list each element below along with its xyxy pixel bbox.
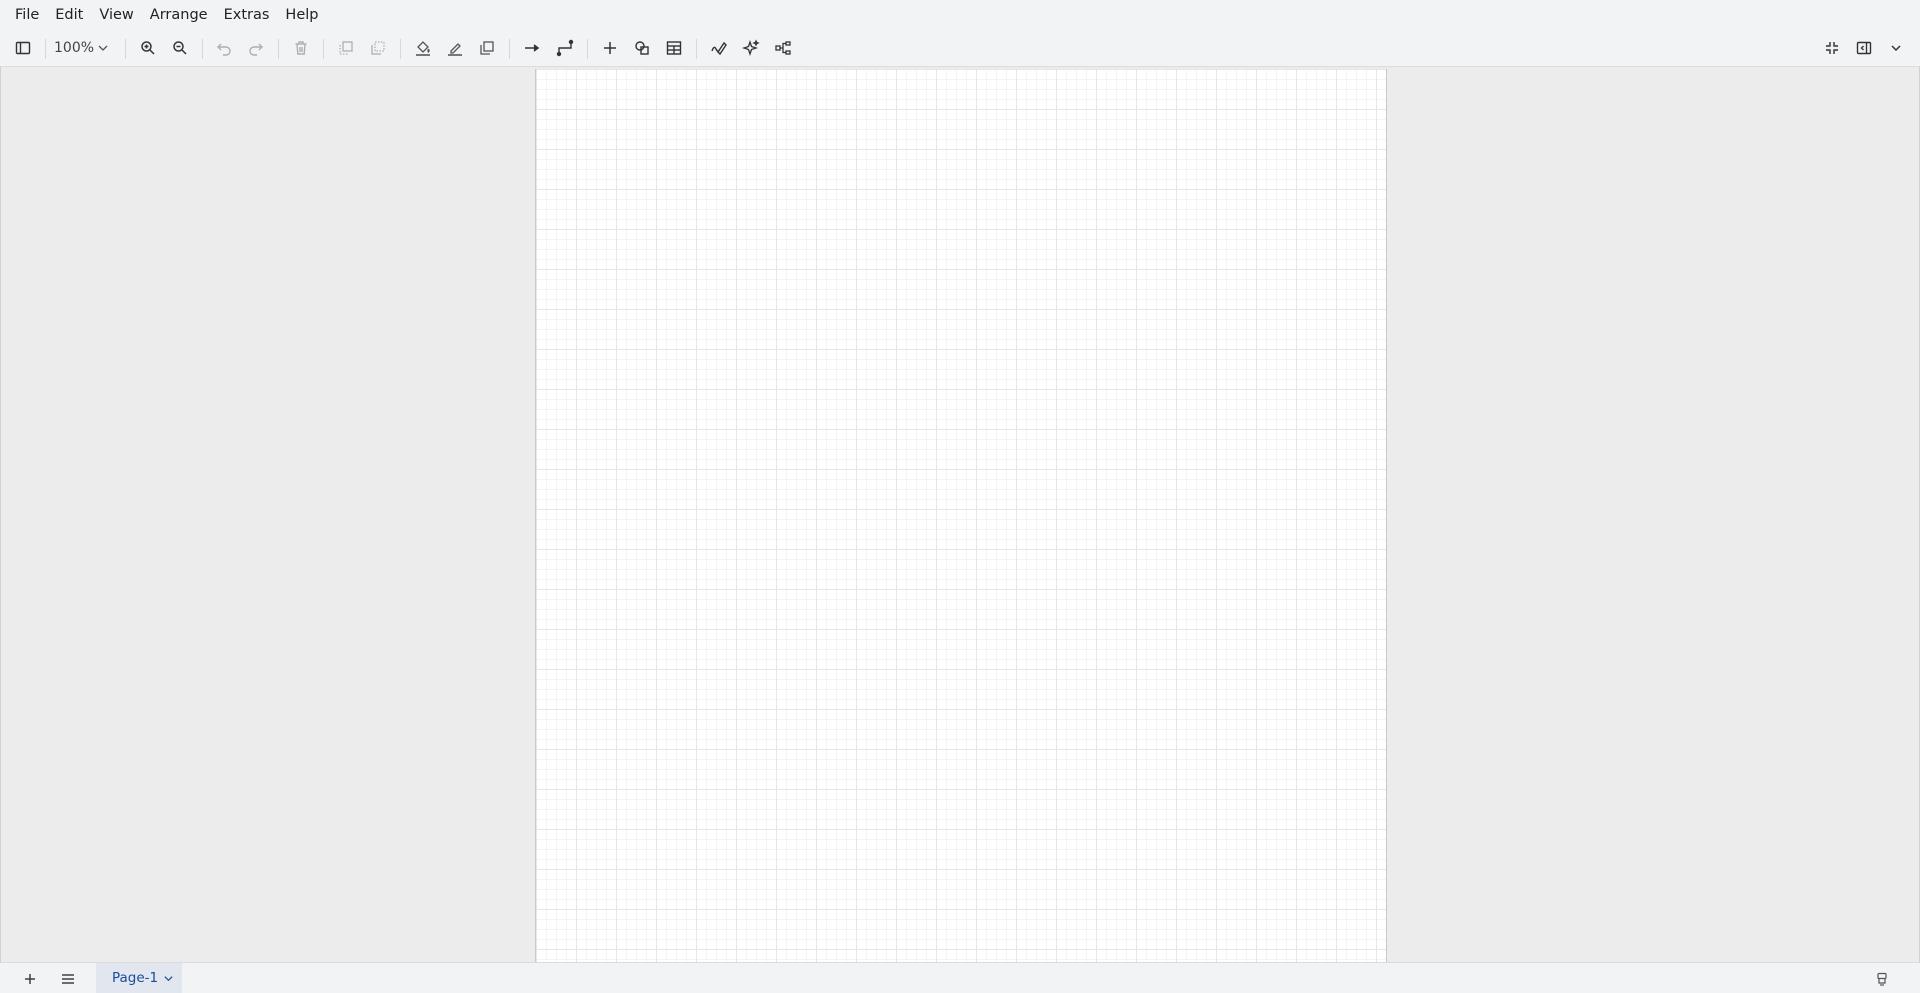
undo-icon[interactable] <box>212 36 236 60</box>
page-tab-label: Page-1 <box>112 970 159 986</box>
shadow-icon[interactable] <box>475 36 499 60</box>
menu-edit[interactable]: Edit <box>47 0 91 30</box>
menu-extras[interactable]: Extras <box>216 0 278 30</box>
toolbar-divider <box>696 39 697 59</box>
fullscreen-icon[interactable] <box>1820 36 1844 60</box>
toolbar-divider <box>323 39 324 59</box>
chevron-down-icon <box>98 45 108 51</box>
redo-icon[interactable] <box>244 36 268 60</box>
line-color-icon[interactable] <box>443 36 467 60</box>
zoom-out-icon[interactable] <box>168 36 192 60</box>
sidebar-shape-icon[interactable] <box>1870 967 1894 991</box>
freehand-icon[interactable] <box>707 36 731 60</box>
table-icon[interactable] <box>662 36 686 60</box>
format-layout-icon[interactable] <box>771 36 795 60</box>
page-footer: Page-1 <box>0 962 1920 993</box>
tab-page-1[interactable]: Page-1 <box>96 963 183 993</box>
toolbar-divider <box>202 39 203 59</box>
generate-icon[interactable] <box>739 36 763 60</box>
shapes-icon[interactable] <box>630 36 654 60</box>
toolbar-divider <box>400 39 401 59</box>
add-page-icon[interactable] <box>18 967 42 991</box>
zoom-level: 100% <box>54 40 95 56</box>
chevron-down-icon <box>164 975 173 981</box>
zoom-dropdown[interactable]: 100% <box>54 36 109 60</box>
delete-icon[interactable] <box>289 36 313 60</box>
toolbar-divider <box>45 39 46 59</box>
menu-bar: File Edit View Arrange Extras Help <box>0 0 1920 30</box>
connection-icon[interactable] <box>520 36 544 60</box>
toolbar-divider <box>125 39 126 59</box>
to-back-icon[interactable] <box>366 36 390 60</box>
format-panel-icon[interactable] <box>1852 36 1876 60</box>
diagram-page[interactable] <box>535 69 1387 962</box>
collapse-icon[interactable] <box>1884 36 1908 60</box>
menu-file[interactable]: File <box>7 0 47 30</box>
fill-color-icon[interactable] <box>411 36 435 60</box>
menu-arrange[interactable]: Arrange <box>142 0 216 30</box>
zoom-in-icon[interactable] <box>136 36 160 60</box>
menu-view[interactable]: View <box>91 0 141 30</box>
sidebar-toggle-icon[interactable] <box>11 36 35 60</box>
waypoints-icon[interactable] <box>553 36 577 60</box>
toolbar-divider <box>278 39 279 59</box>
toolbar-divider <box>509 39 510 59</box>
insert-icon[interactable] <box>598 36 622 60</box>
menu-help[interactable]: Help <box>277 0 326 30</box>
pages-menu-icon[interactable] <box>56 967 80 991</box>
diagram-canvas[interactable] <box>0 67 1920 962</box>
to-front-icon[interactable] <box>334 36 358 60</box>
toolbar-divider <box>587 39 588 59</box>
toolbar: 100% <box>0 30 1920 67</box>
